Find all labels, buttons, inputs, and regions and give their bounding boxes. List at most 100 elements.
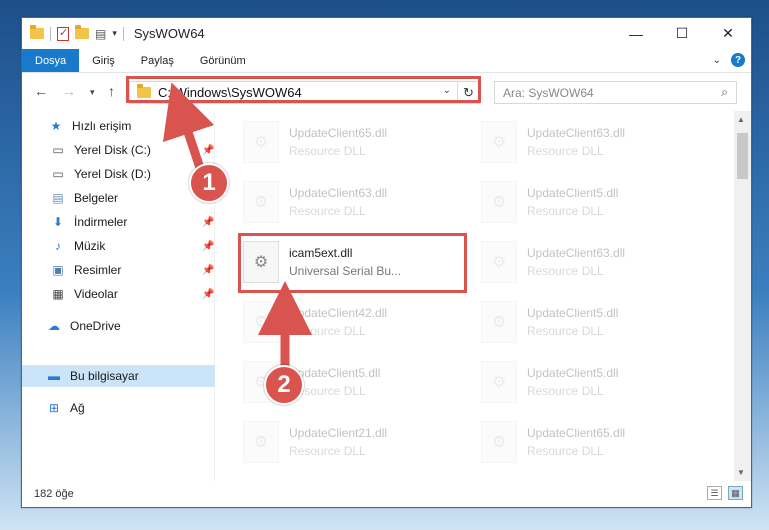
file-description: Universal Serial Bu...	[289, 264, 402, 278]
file-tile[interactable]: ⚙ UpdateClient5.dll Resource DLL	[481, 175, 711, 229]
file-name: UpdateClient21.dll	[289, 426, 388, 440]
file-tile[interactable]: ⚙ UpdateClient5.dll Resource DLL	[481, 355, 711, 409]
file-tile[interactable]: ⚙ UpdateClient5.dll Resource DLL	[481, 295, 711, 349]
tab-share[interactable]: Paylaş	[128, 49, 187, 72]
sidebar-item-local-disk-d[interactable]: ▭ Yerel Disk (D:)	[22, 163, 215, 185]
close-button[interactable]: ✕	[705, 18, 751, 49]
video-icon: ▦	[52, 287, 64, 301]
sidebar-item-network[interactable]: ⊞ Ağ	[22, 397, 215, 419]
file-name: UpdateClient5.dll	[527, 366, 619, 380]
sidebar-item-label: Videolar	[74, 287, 118, 301]
dll-file-icon: ⚙	[243, 241, 279, 283]
tiles-view-icon[interactable]: ▦	[728, 486, 743, 500]
help-icon[interactable]: ?	[731, 53, 745, 67]
view-options-icon[interactable]: ▤	[95, 27, 106, 41]
new-folder-icon[interactable]	[75, 25, 89, 39]
file-tile[interactable]: ⚙ UpdateClient65.dll Resource DLL	[243, 115, 473, 169]
sidebar-item-downloads[interactable]: ⬇ İndirmeler 📌	[22, 211, 215, 233]
pin-icon[interactable]: 📌	[202, 145, 214, 156]
dll-file-icon: ⚙	[243, 301, 279, 343]
address-path[interactable]: C:\Windows\SysWOW64	[158, 85, 302, 100]
dll-file-icon: ⚙	[243, 121, 279, 163]
folder-icon	[30, 25, 44, 39]
tab-file[interactable]: Dosya	[22, 49, 80, 72]
item-count: 182 öğe	[34, 488, 74, 500]
address-bar[interactable]: C:\Windows\SysWOW64 ⌄ ↻	[129, 81, 480, 104]
callout-step-2: 2	[264, 365, 304, 405]
cloud-icon: ☁	[48, 319, 60, 333]
sidebar-item-documents[interactable]: ▤ Belgeler 📌	[22, 187, 215, 209]
pin-icon[interactable]: 📌	[202, 217, 214, 228]
recent-locations-chevron-icon[interactable]: ▾	[90, 87, 95, 98]
sidebar-item-label: İndirmeler	[74, 215, 128, 229]
title-bar: ▤ ▾ SysWOW64 — ☐ ✕	[22, 18, 751, 49]
forward-arrow-icon[interactable]: →	[62, 83, 76, 99]
maximize-button[interactable]: ☐	[659, 18, 705, 49]
vertical-scrollbar[interactable]: ▲ ▼	[734, 111, 751, 481]
search-icon[interactable]: ⌕	[721, 85, 728, 100]
file-description: Resource DLL	[527, 204, 604, 218]
ribbon-tabs: Dosya Giriş Paylaş Görünüm ⌄ ?	[22, 49, 751, 73]
file-tile[interactable]: ⚙ UpdateClient42.dll Resource DLL	[243, 295, 473, 349]
quick-access-toolbar: ▤ ▾	[22, 25, 124, 41]
file-tile[interactable]: ⚙ UpdateClient21.dll Resource DLL	[243, 415, 473, 469]
file-tile-icam5ext[interactable]: ⚙ icam5ext.dll Universal Serial Bu...	[243, 235, 473, 289]
dll-file-icon: ⚙	[481, 361, 517, 403]
pin-icon[interactable]: 📌	[202, 241, 214, 252]
sidebar-item-label: Resimler	[74, 263, 122, 277]
network-icon: ⊞	[48, 401, 60, 415]
file-tile[interactable]: ⚙ UpdateClient63.dll Resource DLL	[243, 175, 473, 229]
file-tile[interactable]: ⚙ UpdateClient65.dll Resource DLL	[481, 415, 711, 469]
sidebar-item-label: Belgeler	[74, 191, 119, 205]
file-tile[interactable]: ⚙ UpdateClient63.dll Resource DLL	[481, 115, 711, 169]
sidebar-item-label: OneDrive	[70, 319, 121, 333]
sidebar-item-videos[interactable]: ▦ Videolar 📌	[22, 283, 215, 305]
expand-ribbon-chevron-icon[interactable]: ⌄	[713, 55, 721, 66]
file-description: Resource DLL	[527, 384, 604, 398]
explorer-window: ▤ ▾ SysWOW64 — ☐ ✕ Dosya Giriş Paylaş Gö…	[21, 17, 752, 508]
details-view-icon[interactable]: ☰	[707, 486, 722, 500]
file-description: Resource DLL	[289, 444, 366, 458]
back-arrow-icon[interactable]: ←	[34, 83, 48, 99]
navigation-pane: ★ Hızlı erişim ▭ Yerel Disk (C:) 📌 ▭ Yer…	[22, 111, 215, 481]
search-input[interactable]: Ara: SysWOW64 ⌕	[494, 81, 737, 104]
tab-home[interactable]: Giriş	[79, 49, 128, 72]
up-arrow-icon[interactable]: ↑	[108, 83, 115, 99]
file-description: Resource DLL	[527, 324, 604, 338]
file-name: UpdateClient63.dll	[527, 246, 626, 260]
music-icon: ♪	[55, 239, 61, 253]
pin-icon[interactable]: 📌	[202, 289, 214, 300]
sidebar-item-this-pc[interactable]: ▬ Bu bilgisayar	[22, 365, 215, 387]
tab-view[interactable]: Görünüm	[187, 49, 259, 72]
star-icon: ★	[50, 119, 62, 133]
file-name: UpdateClient65.dll	[289, 126, 388, 140]
file-tile[interactable]: ⚙ UpdateClient63.dll Resource DLL	[481, 235, 711, 289]
status-bar: 182 öğe ☰ ▦	[22, 481, 751, 507]
sidebar-item-pictures[interactable]: ▣ Resimler 📌	[22, 259, 215, 281]
minimize-button[interactable]: —	[613, 18, 659, 49]
file-name: icam5ext.dll	[289, 246, 353, 260]
customize-toolbar-chevron-icon[interactable]: ▾	[112, 28, 117, 39]
pin-icon[interactable]: 📌	[202, 265, 214, 276]
scroll-up-arrow-icon[interactable]: ▲	[737, 115, 745, 124]
scrollbar-thumb[interactable]	[737, 133, 748, 179]
properties-icon[interactable]	[57, 26, 69, 41]
sidebar-item-local-disk-c[interactable]: ▭ Yerel Disk (C:) 📌	[22, 139, 215, 161]
refresh-icon[interactable]: ↻	[457, 82, 479, 103]
sidebar-item-onedrive[interactable]: ☁ OneDrive	[22, 315, 215, 337]
dll-file-icon: ⚙	[481, 421, 517, 463]
sidebar-item-label: Ağ	[70, 401, 85, 415]
sidebar-item-music[interactable]: ♪ Müzik 📌	[22, 235, 215, 257]
computer-icon: ▬	[48, 369, 60, 383]
scroll-down-arrow-icon[interactable]: ▼	[737, 468, 745, 477]
view-toggles: ☰ ▦	[707, 486, 743, 500]
file-name: UpdateClient63.dll	[527, 126, 626, 140]
address-dropdown-chevron-icon[interactable]: ⌄	[443, 85, 451, 96]
sidebar-item-quick-access[interactable]: ★ Hızlı erişim	[22, 115, 215, 137]
document-icon: ▤	[52, 191, 64, 205]
toolbar-divider	[50, 26, 51, 41]
sidebar-item-label: Yerel Disk (D:)	[74, 167, 151, 181]
dll-file-icon: ⚙	[481, 121, 517, 163]
dll-file-icon: ⚙	[481, 181, 517, 223]
search-placeholder: Ara: SysWOW64	[503, 85, 594, 100]
